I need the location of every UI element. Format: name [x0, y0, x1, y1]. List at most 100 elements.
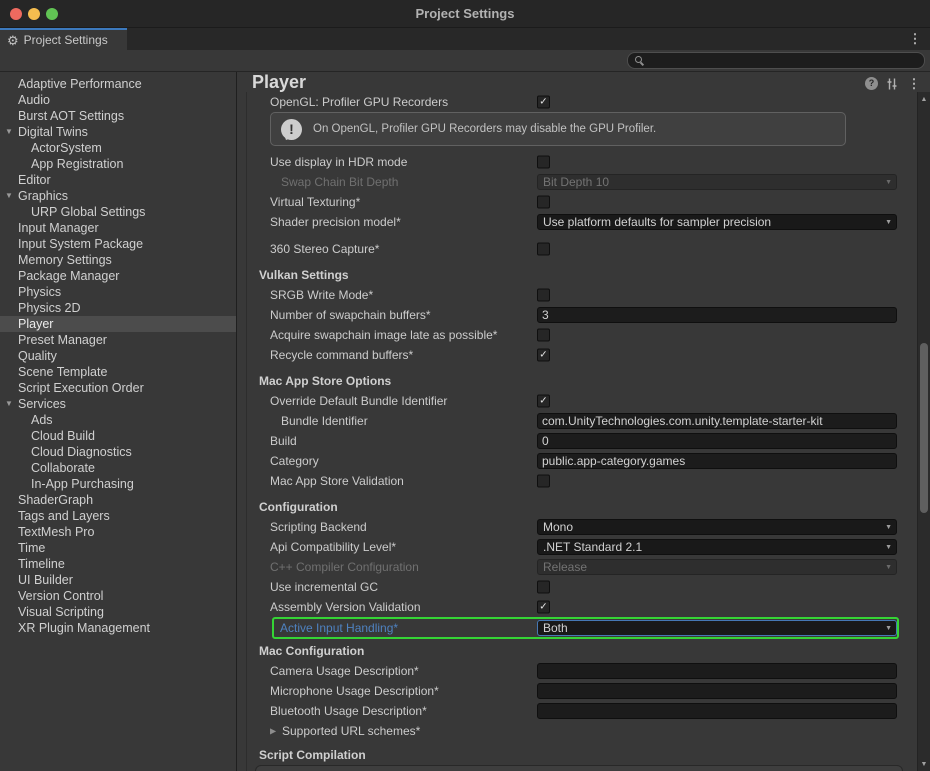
search-field[interactable] [627, 52, 925, 69]
checkbox-checked[interactable]: ✓ [537, 395, 550, 408]
chevron-down-icon[interactable]: ▼ [3, 188, 15, 204]
sidebar-item-timeline[interactable]: Timeline [0, 556, 236, 572]
setting-label: Camera Usage Description* [270, 664, 419, 678]
sidebar-item-collaborate[interactable]: Collaborate [0, 460, 236, 476]
sidebar-item-xr-plugin-management[interactable]: XR Plugin Management [0, 620, 236, 636]
sidebar-item-graphics[interactable]: ▼Graphics [0, 188, 236, 204]
checkbox-unchecked[interactable] [537, 329, 550, 342]
sidebar-item-app-registration[interactable]: App Registration [0, 156, 236, 172]
kebab-menu-icon[interactable]: ⋮ [907, 77, 921, 91]
sidebar-item-scene-template[interactable]: Scene Template [0, 364, 236, 380]
sidebar-item-input-manager[interactable]: Input Manager [0, 220, 236, 236]
sidebar-item-label: Memory Settings [0, 252, 236, 268]
sidebar-item-in-app-purchasing[interactable]: In-App Purchasing [0, 476, 236, 492]
sidebar-item-physics[interactable]: Physics [0, 284, 236, 300]
subsection-box-scripting-define-symbols: Scripting Define Symbols [255, 765, 903, 771]
dropdown-value: Release [543, 560, 587, 574]
sidebar-item-textmesh-pro[interactable]: TextMesh Pro [0, 524, 236, 540]
kebab-menu-icon[interactable]: ⋮ [906, 29, 924, 49]
sidebar-item-ui-builder[interactable]: UI Builder [0, 572, 236, 588]
section-header-configuration: Configuration [238, 497, 917, 517]
scrollbar-thumb[interactable] [920, 343, 928, 513]
text-field[interactable] [537, 663, 897, 679]
checkbox-unchecked[interactable] [537, 289, 550, 302]
info-box-text: On OpenGL, Profiler GPU Recorders may di… [313, 113, 837, 145]
presets-icon[interactable] [885, 77, 899, 91]
text-field[interactable]: public.app-category.games [537, 453, 897, 469]
sidebar-item-visual-scripting[interactable]: Visual Scripting [0, 604, 236, 620]
sidebar-item-label: Input Manager [0, 220, 236, 236]
setting-row-microphone-usage-description: Microphone Usage Description* [238, 681, 917, 701]
setting-label: Api Compatibility Level* [270, 540, 396, 554]
setting-label: Use incremental GC [270, 580, 378, 594]
setting-row-override-default-bundle-identifier: Override Default Bundle Identifier✓ [238, 391, 917, 411]
dropdown[interactable]: .NET Standard 2.1▼ [537, 539, 897, 555]
sidebar-item-player[interactable]: Player [0, 316, 236, 332]
sidebar-item-label: Package Manager [0, 268, 236, 284]
sidebar-item-preset-manager[interactable]: Preset Manager [0, 332, 236, 348]
checkbox-unchecked[interactable] [537, 475, 550, 488]
setting-label: 360 Stereo Capture* [270, 242, 379, 256]
sidebar-item-tags-and-layers[interactable]: Tags and Layers [0, 508, 236, 524]
checkbox-unchecked[interactable] [537, 243, 550, 256]
dropdown[interactable]: Mono▼ [537, 519, 897, 535]
sidebar-item-time[interactable]: Time [0, 540, 236, 556]
text-field[interactable] [537, 683, 897, 699]
sidebar-item-actorsystem[interactable]: ActorSystem [0, 140, 236, 156]
setting-row-active-input-handling: Active Input Handling*Both▼ [238, 617, 917, 639]
chevron-down-icon[interactable]: ▼ [3, 124, 15, 140]
scroll-up-arrow-icon[interactable]: ▲ [918, 96, 930, 103]
tab-project-settings[interactable]: ⚙ Project Settings [0, 28, 127, 50]
dropdown: Bit Depth 10▼ [537, 174, 897, 190]
checkbox-checked[interactable]: ✓ [537, 96, 550, 109]
text-field[interactable]: com.UnityTechnologies.com.unity.template… [537, 413, 897, 429]
sidebar-item-editor[interactable]: Editor [0, 172, 236, 188]
sidebar-item-digital-twins[interactable]: ▼Digital Twins [0, 124, 236, 140]
checkbox-unchecked[interactable] [537, 581, 550, 594]
sidebar-item-adaptive-performance[interactable]: Adaptive Performance [0, 76, 236, 92]
sidebar-item-physics-2d[interactable]: Physics 2D [0, 300, 236, 316]
sidebar-item-quality[interactable]: Quality [0, 348, 236, 364]
checkbox-unchecked[interactable] [537, 156, 550, 169]
section-header-label: Mac App Store Options [259, 374, 391, 388]
chevron-down-icon: ▼ [885, 622, 892, 635]
checkbox-unchecked[interactable] [537, 196, 550, 209]
checkbox-checked[interactable]: ✓ [537, 349, 550, 362]
sidebar-item-label: Tags and Layers [0, 508, 236, 524]
section-header-mac-app-store-options: Mac App Store Options [238, 371, 917, 391]
dropdown[interactable]: Both▼ [537, 620, 897, 636]
sidebar-item-urp-global-settings[interactable]: URP Global Settings [0, 204, 236, 220]
sidebar-item-shadergraph[interactable]: ShaderGraph [0, 492, 236, 508]
sidebar-item-ads[interactable]: Ads [0, 412, 236, 428]
window-title: Project Settings [0, 0, 930, 28]
vertical-scrollbar[interactable]: ▲ ▼ [917, 92, 930, 771]
sidebar-item-cloud-build[interactable]: Cloud Build [0, 428, 236, 444]
text-field[interactable] [537, 703, 897, 719]
sidebar-item-version-control[interactable]: Version Control [0, 588, 236, 604]
sidebar-item-label: Visual Scripting [0, 604, 236, 620]
dropdown[interactable]: Use platform defaults for sampler precis… [537, 214, 897, 230]
sidebar-item-label: XR Plugin Management [0, 620, 236, 636]
chevron-down-icon[interactable]: ▼ [3, 396, 15, 412]
text-field[interactable]: 3 [537, 307, 897, 323]
sidebar-item-burst-aot-settings[interactable]: Burst AOT Settings [0, 108, 236, 124]
sidebar-item-label: Services [0, 396, 236, 412]
sidebar-item-audio[interactable]: Audio [0, 92, 236, 108]
search-input[interactable] [645, 53, 924, 68]
sidebar-item-memory-settings[interactable]: Memory Settings [0, 252, 236, 268]
sidebar-item-input-system-package[interactable]: Input System Package [0, 236, 236, 252]
sidebar-item-label: Adaptive Performance [0, 76, 236, 92]
chevron-right-icon[interactable]: ▶ [270, 727, 276, 736]
sidebar-item-script-execution-order[interactable]: Script Execution Order [0, 380, 236, 396]
setting-label: Use display in HDR mode [270, 155, 407, 169]
project-settings-window: Project Settings ⚙ Project Settings ⋮ Ad… [0, 0, 930, 771]
text-field[interactable]: 0 [537, 433, 897, 449]
search-icon [634, 55, 645, 66]
scroll-down-arrow-icon[interactable]: ▼ [918, 761, 930, 768]
sidebar-item-services[interactable]: ▼Services [0, 396, 236, 412]
checkbox-checked[interactable]: ✓ [537, 601, 550, 614]
help-icon[interactable]: ? [865, 77, 878, 90]
sidebar-item-cloud-diagnostics[interactable]: Cloud Diagnostics [0, 444, 236, 460]
sidebar-item-package-manager[interactable]: Package Manager [0, 268, 236, 284]
chevron-down-icon: ▼ [885, 561, 892, 574]
